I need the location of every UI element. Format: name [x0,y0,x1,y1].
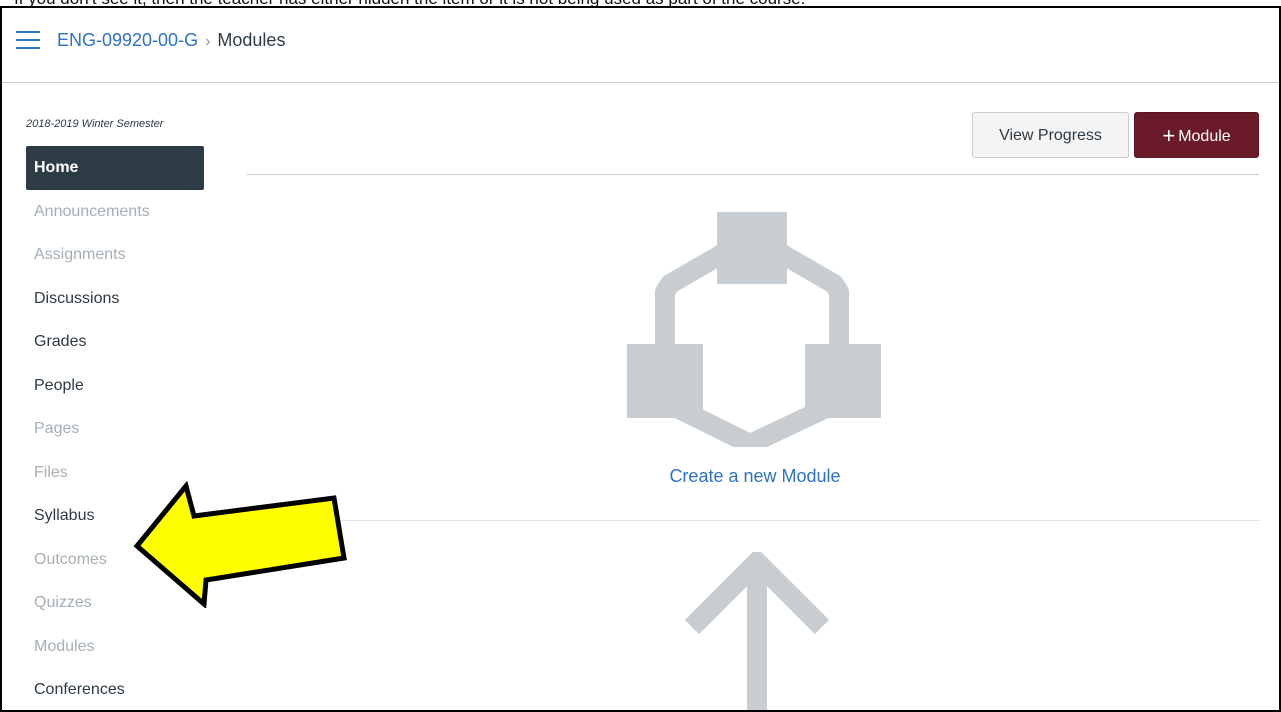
add-module-button[interactable]: + Module [1134,112,1259,158]
nav-item-conferences[interactable]: Conferences [26,668,204,710]
nav-item-announcements[interactable]: Announcements [26,190,204,234]
nav-item-modules[interactable]: Modules [26,625,204,669]
plus-icon: + [1162,123,1176,148]
nav-item-discussions[interactable]: Discussions [26,277,204,321]
nav-item-home[interactable]: Home [26,146,204,190]
divider [247,520,1259,521]
breadcrumb-course-link[interactable]: ENG-09920-00-G [57,30,198,50]
nav-item-assignments[interactable]: Assignments [26,233,204,277]
breadcrumb-separator: › [205,33,211,50]
course-navigation: 2018-2019 Winter Semester Home Announcem… [2,82,232,710]
add-module-label: Module [1178,128,1231,145]
up-arrow-icon [684,552,830,710]
breadcrumb: ENG-09920-00-G › Modules [57,30,285,51]
view-progress-button[interactable]: View Progress [972,112,1129,158]
browser-frame: ENG-09920-00-G › Modules 2018-2019 Winter … [0,6,1281,712]
annotation-arrow-icon [133,480,347,608]
hamburger-menu-icon[interactable] [16,31,40,49]
course-nav-list: Home Announcements Assignments Discussio… [26,146,204,710]
term-label: 2018-2019 Winter Semester [26,118,164,130]
nav-item-grades[interactable]: Grades [26,320,204,364]
create-module-link[interactable]: Create a new Module [247,466,1263,487]
modules-toolbar: View Progress + Module [247,82,1259,175]
course-header: ENG-09920-00-G › Modules [2,8,1279,83]
nav-item-people[interactable]: People [26,364,204,408]
modules-empty-icon [627,212,881,447]
nav-item-pages[interactable]: Pages [26,407,204,451]
breadcrumb-current-page: Modules [217,30,286,50]
modules-content: View Progress + Module Create a new Modul… [247,82,1259,710]
